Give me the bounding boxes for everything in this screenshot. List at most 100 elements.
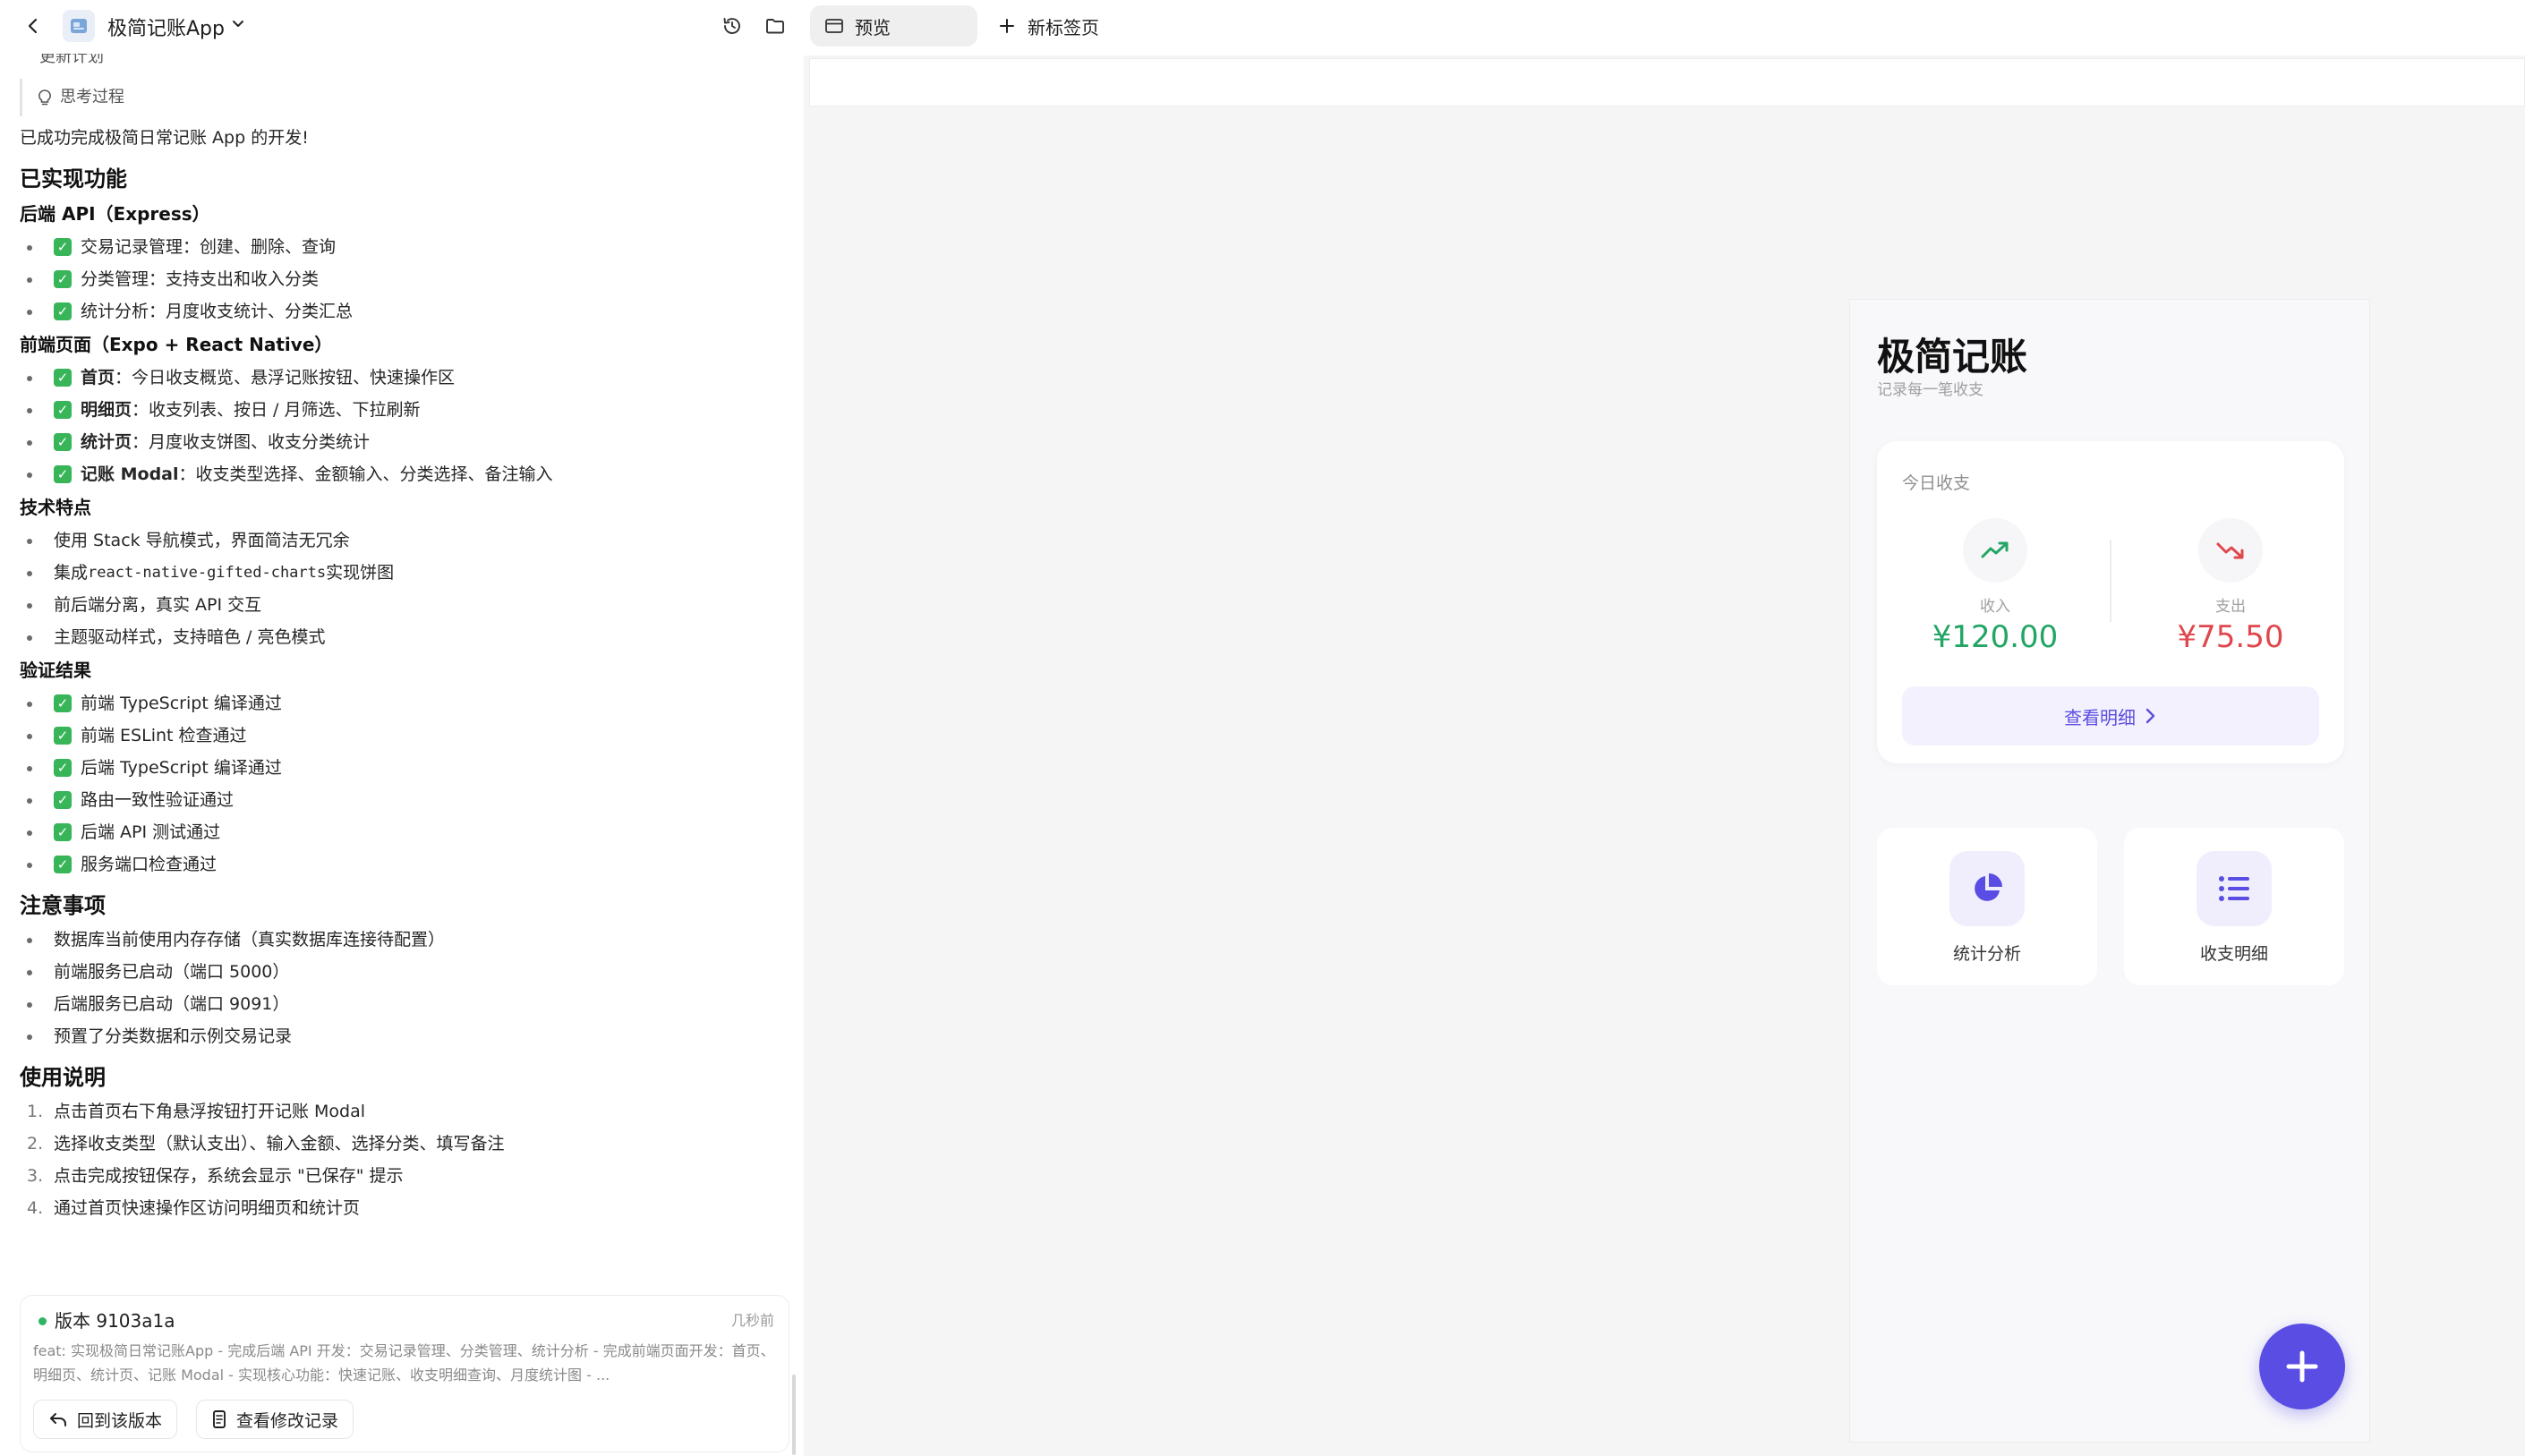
new-tab-label: 新标签页 bbox=[1028, 16, 1099, 38]
chat-pane: 极简记账App 更新计划 思考过程 已成功完成极简日常记账 App 的开发! 已… bbox=[0, 0, 804, 1456]
intro-text: 已成功完成极简日常记账 App 的开发! bbox=[20, 128, 309, 148]
thinking-label: 思考过程 bbox=[60, 88, 124, 106]
revert-version-button[interactable]: 回到该版本 bbox=[33, 1400, 178, 1439]
tech-heading: 技术特点 bbox=[20, 497, 91, 518]
trending-down-icon bbox=[2198, 518, 2263, 583]
list-item: ✓ 分类管理：支持支出和收入分类 bbox=[20, 263, 789, 295]
check-icon: ✓ bbox=[54, 694, 72, 712]
back-button[interactable] bbox=[20, 13, 47, 39]
quick-action-label: 统计分析 bbox=[1952, 944, 2021, 964]
list-item: 集成 react-native-gifted-charts 实现饼图 bbox=[20, 557, 789, 589]
list-item: ✓ 明细页 ：收支列表、按日 / 月筛选、下拉刷新 bbox=[20, 394, 789, 426]
tech-list: 使用 Stack 导航模式，界面简洁无冗余 集成 react-native-gi… bbox=[20, 524, 789, 653]
check-icon: ✓ bbox=[54, 433, 72, 451]
add-record-button[interactable] bbox=[2259, 1324, 2345, 1409]
tab-preview-label: 预览 bbox=[855, 16, 891, 38]
quick-action-transactions[interactable]: 收支明细 bbox=[2124, 828, 2344, 985]
view-details-button[interactable]: 查看明细 bbox=[1902, 686, 2319, 745]
expense-label: 支出 bbox=[2215, 598, 2246, 616]
verify-heading: 验证结果 bbox=[20, 660, 91, 681]
chevron-down-icon[interactable] bbox=[229, 14, 247, 36]
commit-message: feat: 实现极简日常记账App - 完成后端 API 开发：交易记录管理、分… bbox=[33, 1342, 775, 1384]
verify-list: ✓ 前端 TypeScript 编译通过 ✓ 前端 ESLint 检查通过 ✓ 后端 … bbox=[20, 687, 789, 881]
list-item: ✓ 记账 Modal ：收支类型选择、金额输入、分类选择、备注输入 bbox=[20, 458, 789, 490]
check-icon: ✓ bbox=[54, 465, 72, 483]
list-item: 预置了分类数据和示例交易记录 bbox=[20, 1020, 789, 1052]
folder-icon[interactable] bbox=[762, 13, 789, 39]
notes-list: 数据库当前使用内存存储（真实数据库连接待配置） 前端服务已启动（端口 5000）… bbox=[20, 924, 789, 1052]
app-title[interactable]: 极简记账App bbox=[107, 13, 225, 41]
list-item: 4. 通过首页快速操作区访问明细页和统计页 bbox=[27, 1198, 361, 1218]
list-item: 后端服务已启动（端口 9091） bbox=[20, 988, 789, 1020]
list-item: 前端服务已启动（端口 5000） bbox=[20, 956, 789, 988]
document-icon bbox=[213, 1410, 226, 1428]
view-changes-button[interactable]: 查看修改记录 bbox=[196, 1400, 354, 1439]
trending-up-icon bbox=[1963, 518, 2027, 583]
list-item: 1. 点击首页右下角悬浮按钮打开记账 Modal bbox=[27, 1102, 366, 1121]
notes-heading: 注意事项 bbox=[20, 893, 106, 918]
backend-list: ✓ 交易记录管理：创建、删除、查询 ✓ 分类管理：支持支出和收入分类 ✓ 统计分析：月… bbox=[20, 231, 789, 328]
list-item: 2. 选择收支类型（默认支出）、输入金额、选择分类、填写备注 bbox=[27, 1134, 505, 1154]
list-item: ✓ 后端 TypeScript 编译通过 bbox=[20, 752, 789, 784]
check-icon: ✓ bbox=[54, 270, 72, 288]
thinking-toggle[interactable]: 思考过程 bbox=[20, 79, 789, 116]
expense-summary: 支出 ¥75.50 bbox=[2141, 518, 2320, 655]
income-label: 收入 bbox=[1980, 598, 2010, 616]
version-time: 几秒前 bbox=[730, 1312, 774, 1329]
usage-heading: 使用说明 bbox=[20, 1065, 106, 1090]
check-icon: ✓ bbox=[54, 302, 72, 320]
implemented-heading: 已实现功能 bbox=[20, 166, 127, 192]
check-icon: ✓ bbox=[54, 823, 72, 841]
version-title: 版本 9103a1a bbox=[55, 1310, 175, 1332]
expense-amount: ¥75.50 bbox=[2177, 619, 2284, 655]
page-subtitle: 记录每一笔收支 bbox=[1877, 381, 1983, 399]
check-icon: ✓ bbox=[54, 369, 72, 387]
lightbulb-icon bbox=[38, 89, 51, 106]
app-window: 极简记账App 更新计划 思考过程 已成功完成极简日常记账 App 的开发! 已… bbox=[0, 0, 2525, 1456]
plus-icon bbox=[1000, 19, 1014, 33]
quick-action-statistics[interactable]: 统计分析 bbox=[1877, 828, 2097, 985]
scrollbar[interactable] bbox=[792, 1375, 796, 1455]
income-summary: 收入 ¥120.00 bbox=[1906, 518, 2085, 655]
tab-preview[interactable]: 预览 bbox=[810, 5, 977, 47]
frontend-list: ✓ 首页 ：今日收支概览、悬浮记账按钮、快速操作区 ✓ 明细页 ：收支列表、按日 / 月… bbox=[20, 362, 789, 490]
chat-content: 更新计划 思考过程 已成功完成极简日常记账 App 的开发! 已实现功能 后端 … bbox=[20, 54, 789, 1224]
status-dot bbox=[38, 1317, 47, 1325]
app-preview: 极简记账 记录每一笔收支 今日收支 收入 ¥120.00 支出 ¥75.50 查… bbox=[1849, 299, 2370, 1443]
check-icon: ✓ bbox=[54, 727, 72, 745]
tab-bar: 预览 新标签页 bbox=[804, 0, 2525, 55]
list-item: ✓ 统计页 ：月度收支饼图、收支分类统计 bbox=[20, 426, 789, 458]
new-tab-button[interactable]: 新标签页 bbox=[997, 5, 1099, 47]
list-item: 使用 Stack 导航模式，界面简洁无冗余 bbox=[20, 524, 789, 557]
list-item: 数据库当前使用内存存储（真实数据库连接待配置） bbox=[20, 924, 789, 956]
chevron-right-icon bbox=[2145, 708, 2155, 724]
list-item: 主题驱动样式，支持暗色 / 亮色模式 bbox=[20, 621, 789, 653]
check-icon: ✓ bbox=[54, 856, 72, 873]
check-icon: ✓ bbox=[54, 401, 72, 419]
list-item: ✓ 首页 ：今日收支概览、悬浮记账按钮、快速操作区 bbox=[20, 362, 789, 394]
list-item: ✓ 服务端口检查通过 bbox=[20, 848, 789, 881]
frontend-heading: 前端页面（Expo + React Native） bbox=[20, 334, 333, 355]
undo-icon bbox=[50, 1413, 66, 1426]
today-summary-card: 今日收支 收入 ¥120.00 支出 ¥75.50 查看明细 bbox=[1877, 441, 2344, 763]
plus-icon bbox=[2286, 1350, 2318, 1383]
check-icon: ✓ bbox=[54, 238, 72, 256]
list-item: ✓ 前端 ESLint 检查通过 bbox=[20, 719, 789, 752]
pie-chart-icon bbox=[1949, 851, 2025, 926]
list-icon bbox=[2197, 851, 2272, 926]
chevron-left-icon bbox=[28, 18, 38, 34]
version-card: 版本 9103a1a 几秒前 feat: 实现极简日常记账App - 完成后端 … bbox=[20, 1295, 789, 1452]
page-title: 极简记账 bbox=[1877, 335, 2028, 379]
list-item: ✓ 路由一致性验证通过 bbox=[20, 784, 789, 816]
list-item: ✓ 交易记录管理：创建、删除、查询 bbox=[20, 231, 789, 263]
view-details-label: 查看明细 bbox=[2064, 706, 2136, 728]
backend-heading: 后端 API（Express） bbox=[20, 203, 210, 225]
list-item: ✓ 后端 API 测试通过 bbox=[20, 816, 789, 848]
today-label: 今日收支 bbox=[1902, 473, 1971, 493]
list-item: ✓ 统计分析：月度收支统计、分类汇总 bbox=[20, 295, 789, 328]
address-bar[interactable] bbox=[809, 58, 2525, 106]
quick-action-label: 收支明细 bbox=[2199, 944, 2268, 964]
history-icon[interactable] bbox=[719, 13, 746, 39]
chat-header: 极简记账App bbox=[0, 0, 804, 54]
check-icon: ✓ bbox=[54, 759, 72, 777]
